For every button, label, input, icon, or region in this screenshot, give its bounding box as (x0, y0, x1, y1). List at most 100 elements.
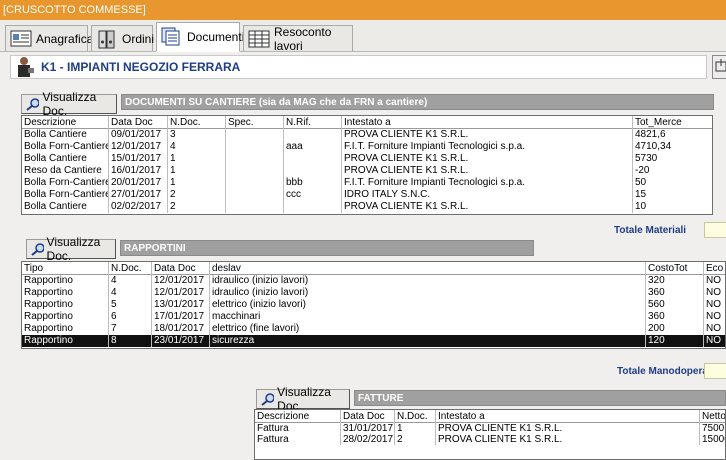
table-cell: -20 (635, 165, 650, 176)
table-header-row: Tipo N.Doc. Data Doc deslav CostoTot Eco (22, 262, 725, 275)
table-row[interactable]: Bolla Cantiere 02/02/2017 2 PROVA CLIENTE K… (22, 201, 712, 213)
table-cell: elettrico (inizio lavori) (212, 299, 306, 310)
table-cell: 8 (111, 335, 117, 346)
visualizza-doc-button-fatture[interactable]: Visualizza Doc. (256, 385, 350, 413)
column-header[interactable]: Tot_Merce (633, 116, 712, 128)
column-header[interactable]: Intestato a (342, 116, 633, 128)
fatture-table[interactable]: Descrizione Data Doc N.Doc. Intestato a Nett… (254, 409, 726, 460)
column-header[interactable]: Descrizione (255, 410, 341, 422)
column-header[interactable]: Spec. (226, 116, 284, 128)
id-card-icon (10, 29, 32, 49)
table-cell: sicurezza (212, 335, 255, 346)
column-divider[interactable] (167, 116, 168, 213)
report-grid-icon (248, 29, 270, 49)
column-header[interactable]: Data Doc (109, 116, 168, 128)
table-cell: NO (706, 323, 721, 334)
column-divider[interactable] (340, 410, 341, 445)
table-cell (226, 153, 284, 165)
table-cell (284, 153, 342, 165)
export-button[interactable] (712, 55, 726, 79)
table-cell: 28/02/2017 (343, 434, 394, 445)
rapportini-table[interactable]: Tipo N.Doc. Data Doc deslav CostoTot Eco Rappo… (21, 261, 726, 349)
table-cell: 200 (648, 323, 665, 334)
table-row[interactable]: Rapportino 5 13/01/2017 elettrico (inizio l… (22, 299, 725, 311)
table-cell: 10 (635, 201, 647, 212)
table-cell: F.I.T. Forniture Impianti Tecnologici s.… (344, 141, 526, 152)
section-title-rapportini: RAPPORTINI (120, 240, 534, 256)
table-cell: Bolla Cantiere (24, 129, 87, 140)
table-cell: aaa (286, 141, 303, 152)
column-divider[interactable] (699, 410, 700, 445)
column-header[interactable]: Data Doc (152, 262, 210, 274)
table-row[interactable]: Rapportino 6 17/01/2017 macchinari 360 NO (22, 311, 725, 323)
table-cell: 7 (111, 323, 117, 334)
table-cell: 02/02/2017 (111, 201, 162, 212)
table-cell: 17/01/2017 (154, 311, 205, 322)
tab-ordini[interactable]: Ordini (91, 25, 154, 51)
table-cell: F.I.T. Forniture Impianti Tecnologici s.… (344, 177, 526, 188)
table-cell: PROVA CLIENTE K1 S.R.L. (344, 129, 469, 140)
table-cell: Bolla Cantiere (24, 201, 87, 212)
table-cell: 20/01/2017 (111, 177, 162, 188)
column-header[interactable]: N.Doc. (109, 262, 152, 274)
visualizza-doc-button-rapportini[interactable]: Visualizza Doc. (26, 235, 116, 263)
tab-resoconto-lavori[interactable]: Resoconto lavori (243, 25, 353, 53)
table-row[interactable]: Bolla Cantiere 09/01/2017 3 PROVA CLIENTE K… (22, 129, 712, 141)
column-divider[interactable] (108, 116, 109, 213)
table-cell: Rapportino (24, 311, 73, 322)
table-row[interactable]: Rapportino 4 12/01/2017 idraulico (inizio l… (22, 275, 725, 287)
column-header[interactable]: Tipo (22, 262, 109, 274)
table-cell: 15000 (702, 434, 725, 445)
table-cell: 12/01/2017 (154, 287, 205, 298)
column-divider[interactable] (283, 116, 284, 213)
table-cell: 3 (170, 129, 176, 140)
table-cell (284, 165, 342, 177)
table-row[interactable]: Rapportino 7 18/01/2017 elettrico (fine lav… (22, 323, 725, 335)
table-header-row: Descrizione Data Doc N.Doc. Spec. N.Rif. Inte… (22, 116, 712, 129)
column-header[interactable]: Netto M (700, 410, 725, 422)
table-row[interactable]: Rapportino 4 12/01/2017 idraulico (inizio l… (22, 287, 725, 299)
table-row[interactable]: Fattura 28/02/2017 2 PROVA CLIENTE K1 S.R.L… (255, 434, 725, 445)
commessa-header: K1 - IMPIANTI NEGOZIO FERRARA (10, 55, 707, 79)
column-divider[interactable] (108, 262, 109, 347)
table-cell: 2 (170, 189, 176, 200)
table-cell: 15 (635, 189, 647, 200)
table-header-row: Descrizione Data Doc N.Doc. Intestato a Nett… (255, 410, 725, 423)
tab-anagrafica[interactable]: Anagrafica (5, 25, 93, 51)
column-divider[interactable] (703, 262, 704, 347)
table-cell: idraulico (inizio lavori) (212, 287, 309, 298)
column-divider[interactable] (151, 262, 152, 347)
table-row[interactable]: Bolla Forn-Cantiere 20/01/2017 1 bbb F.I.T. … (22, 177, 712, 189)
column-divider[interactable] (645, 262, 646, 347)
table-row[interactable]: Bolla Forn-Cantiere 27/01/2017 2 ccc IDRO IT… (22, 189, 712, 201)
documenti-table[interactable]: Descrizione Data Doc N.Doc. Spec. N.Rif. Inte… (21, 115, 713, 215)
table-cell: 2 (170, 201, 176, 212)
table-row[interactable]: Bolla Forn-Cantiere 12/01/2017 4 aaa F.I.T. … (22, 141, 712, 153)
column-header[interactable]: CostoTot (646, 262, 704, 274)
column-divider[interactable] (209, 262, 210, 347)
column-header[interactable]: N.Doc. (168, 116, 226, 128)
column-header[interactable]: N.Rif. (284, 116, 342, 128)
magnifier-icon (31, 242, 44, 256)
table-row[interactable]: Rapportino 8 23/01/2017 sicurezza 120 NO (22, 335, 725, 347)
column-divider[interactable] (394, 410, 395, 445)
column-header[interactable]: N.Doc. (395, 410, 436, 422)
table-cell: 5 (111, 299, 117, 310)
column-divider[interactable] (225, 116, 226, 213)
column-divider[interactable] (632, 116, 633, 213)
table-row[interactable]: Bolla Cantiere 15/01/2017 1 PROVA CLIENTE K… (22, 153, 712, 165)
visualizza-doc-button-documenti[interactable]: Visualizza Doc. (21, 90, 117, 118)
magnifier-icon (26, 97, 40, 111)
table-row[interactable]: Reso da Cantiere 16/01/2017 1 PROVA CLIENTE… (22, 165, 712, 177)
column-header[interactable]: Eco (704, 262, 725, 274)
column-header[interactable]: deslav (210, 262, 646, 274)
column-divider[interactable] (341, 116, 342, 213)
table-row[interactable]: Fattura 31/01/2017 1 PROVA CLIENTE K1 S.R.L… (255, 423, 725, 434)
table-cell: 16/01/2017 (111, 165, 162, 176)
column-header[interactable]: Descrizione (22, 116, 109, 128)
table-cell: 5730 (635, 153, 658, 164)
column-header[interactable]: Intestato a (436, 410, 700, 422)
column-header[interactable]: Data Doc (341, 410, 395, 422)
tab-documenti[interactable]: Documenti (156, 22, 244, 52)
column-divider[interactable] (435, 410, 436, 445)
